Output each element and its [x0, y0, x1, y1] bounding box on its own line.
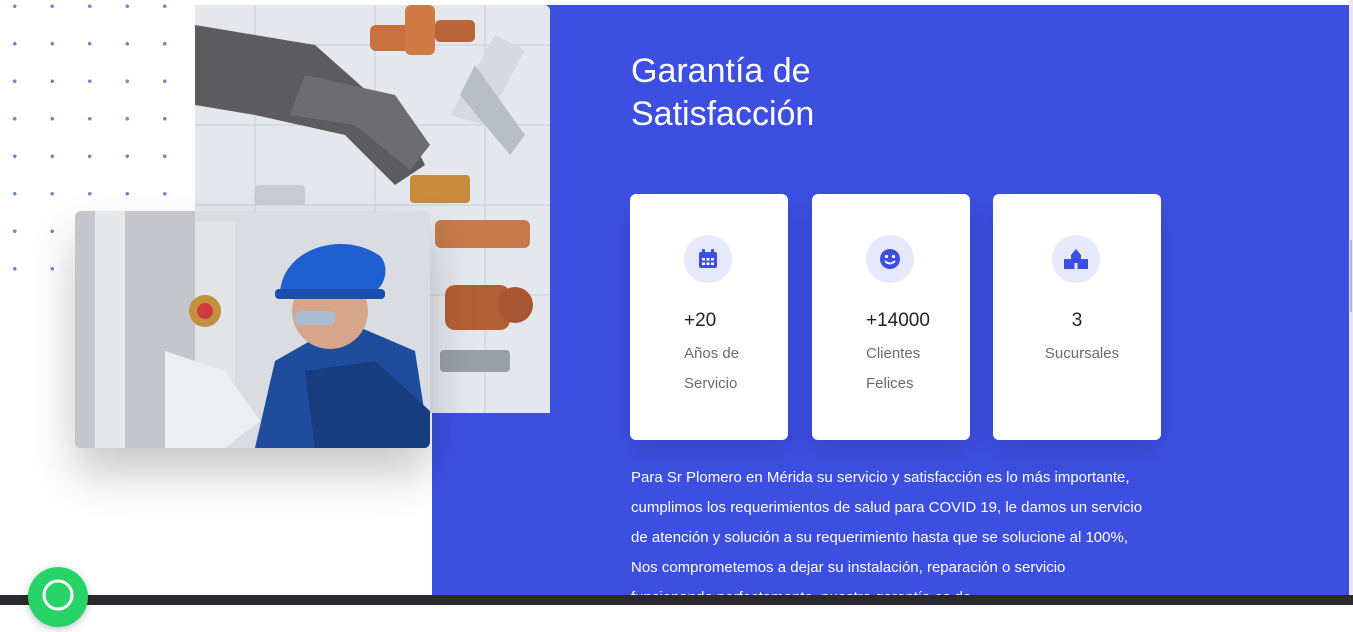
- whatsapp-button[interactable]: [28, 567, 88, 627]
- stat-card-branches: 3 Sucursales: [993, 194, 1161, 440]
- stat-value: 3: [1071, 310, 1083, 331]
- whatsapp-icon: [42, 579, 74, 611]
- calendar-icon: [684, 235, 732, 283]
- stat-card-years: +20 Años de Servicio: [630, 194, 788, 440]
- stat-value: +20: [684, 310, 717, 331]
- smiley-icon: [866, 235, 914, 283]
- branches-icon: [1052, 235, 1100, 283]
- bottom-bar: [0, 595, 1353, 605]
- stat-label: Clientes Felices: [866, 345, 921, 392]
- stat-label: Sucursales: [1044, 345, 1120, 362]
- scrollbar-thumb[interactable]: [1350, 240, 1352, 312]
- stat-label: Años de Servicio: [684, 345, 740, 392]
- section-title: Garantía de Satisfacción: [631, 52, 815, 133]
- stat-card-clients: +14000 Clientes Felices: [812, 194, 970, 440]
- stat-value: +14000: [866, 310, 930, 331]
- section-description: Para Sr Plomero en Mérida su servicio y …: [631, 469, 1143, 606]
- plumber-worker-photo: [75, 211, 430, 448]
